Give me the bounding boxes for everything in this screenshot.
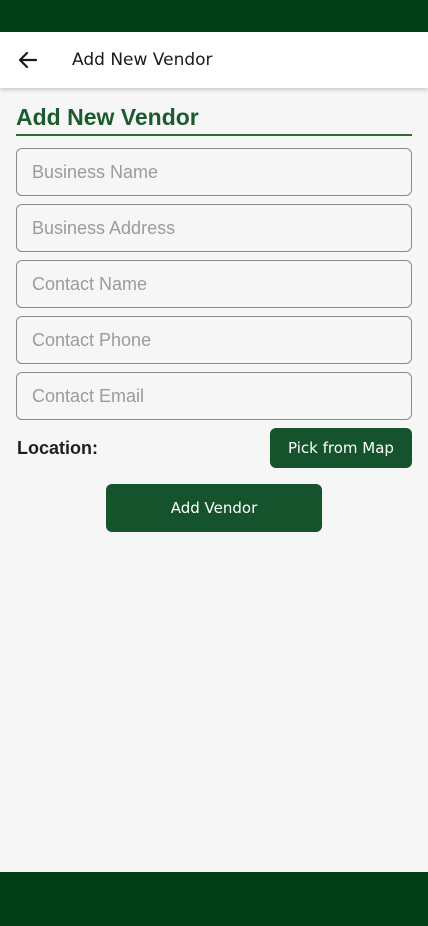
pick-from-map-button[interactable]: Pick from Map bbox=[270, 428, 412, 468]
back-button[interactable] bbox=[10, 42, 46, 78]
location-row: Location: Pick from Map bbox=[16, 428, 412, 468]
business-address-field[interactable] bbox=[16, 204, 412, 252]
form-heading: Add New Vendor bbox=[16, 102, 412, 136]
vendor-form: Add New Vendor Location: Pick from Map A… bbox=[16, 88, 412, 532]
location-label: Location: bbox=[17, 438, 98, 458]
contact-phone-field[interactable] bbox=[16, 316, 412, 364]
app-bar: Add New Vendor bbox=[0, 32, 428, 88]
status-bar bbox=[0, 0, 428, 32]
contact-email-field[interactable] bbox=[16, 372, 412, 420]
navigation-bar bbox=[0, 872, 428, 926]
business-name-field[interactable] bbox=[16, 148, 412, 196]
contact-name-field[interactable] bbox=[16, 260, 412, 308]
app-bar-title: Add New Vendor bbox=[72, 50, 213, 70]
add-vendor-button[interactable]: Add Vendor bbox=[106, 484, 322, 532]
arrow-left-icon bbox=[18, 51, 38, 69]
